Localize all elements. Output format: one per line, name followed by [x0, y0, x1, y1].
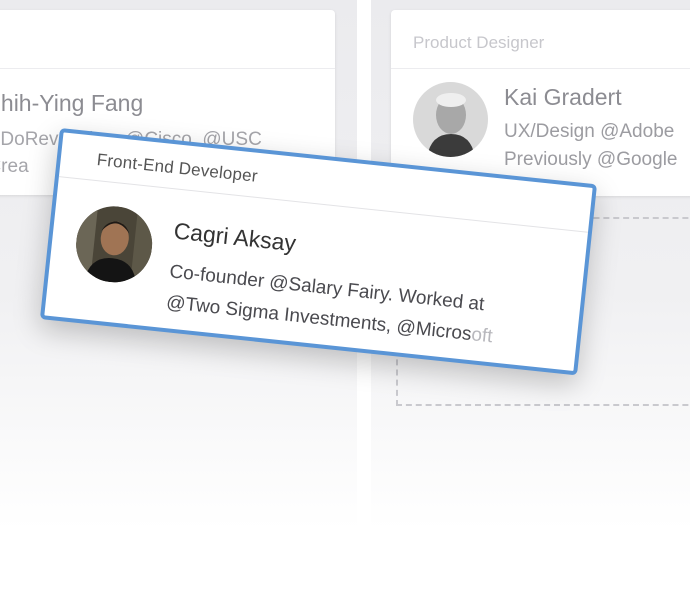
card-name: Cagri Aksay — [172, 217, 298, 257]
card-name: Kai Gradert — [504, 84, 622, 110]
avatar-portrait-icon — [413, 82, 488, 157]
card-bio-line: UX/Design @Adobe — [504, 121, 675, 142]
card-bio-text-faded: oft — [470, 324, 494, 348]
card-bio-line: Previously @Google — [504, 149, 678, 170]
card-role: gineer — [0, 10, 335, 69]
kanban-board: gineer le Chih-Ying Fang at @DoRevolutio… — [0, 0, 690, 610]
card-bio: UX/Design @Adobe Previously @Google — [504, 118, 677, 174]
card-role: Product Designer — [391, 10, 690, 69]
avatar — [413, 82, 488, 157]
avatar-portrait-icon — [72, 202, 156, 287]
card-name: le Chih-Ying Fang — [0, 90, 144, 116]
avatar — [72, 202, 156, 287]
